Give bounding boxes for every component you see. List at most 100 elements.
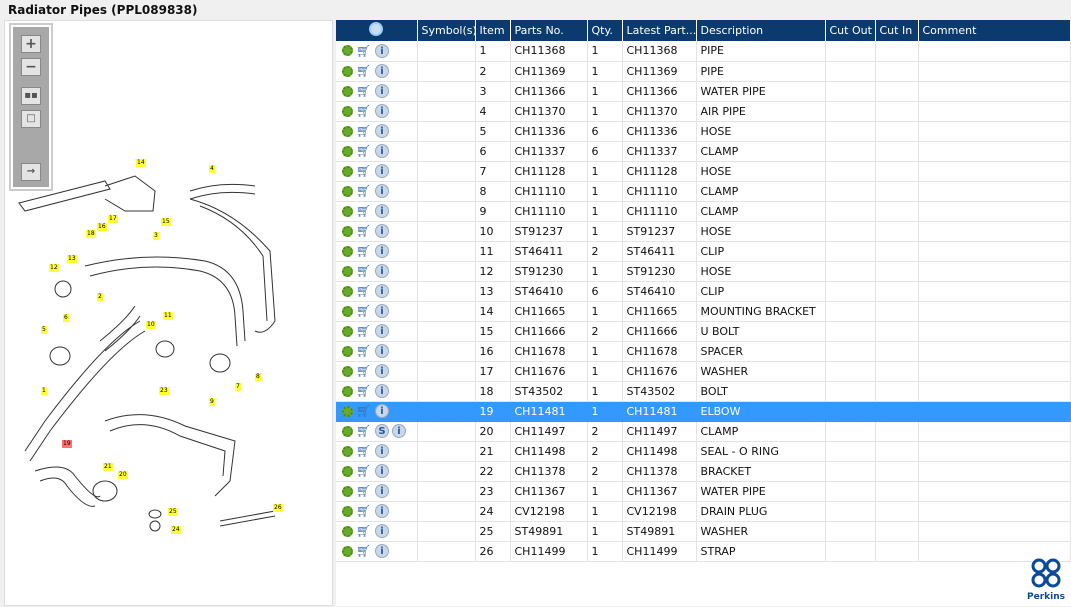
column-header-search[interactable]: [336, 20, 418, 41]
info-icon[interactable]: i: [375, 364, 389, 378]
table-row[interactable]: 🛒︎ i 24 CV12198 1 CV12198 DRAIN PLUG: [336, 501, 1071, 522]
cart-icon[interactable]: 🛒︎: [356, 285, 372, 297]
cart-icon[interactable]: 🛒︎: [356, 265, 372, 277]
callout-15[interactable]: 15: [161, 218, 171, 226]
info-icon[interactable]: i: [375, 504, 389, 518]
info-icon[interactable]: i: [375, 43, 389, 58]
info-icon[interactable]: i: [375, 324, 389, 338]
info-icon[interactable]: i: [375, 444, 389, 458]
info-icon[interactable]: i: [375, 284, 389, 298]
info-icon[interactable]: i: [375, 264, 389, 278]
column-header[interactable]: Comment: [918, 20, 1071, 41]
table-row[interactable]: 🛒︎ Si 20 CH11497 2 CH11497 CLAMP: [336, 421, 1071, 442]
callout-16[interactable]: 16: [97, 223, 107, 231]
cart-icon[interactable]: 🛒︎: [356, 485, 372, 497]
table-row[interactable]: 🛒︎ i 12 ST91230 1 ST91230 HOSE: [336, 261, 1071, 282]
gear-icon[interactable]: [342, 465, 353, 477]
gear-icon[interactable]: [342, 345, 353, 357]
table-row[interactable]: 🛒︎ i 13 ST46410 6 ST46410 CLIP: [336, 281, 1071, 302]
table-row[interactable]: 🛒︎ i 15 CH11666 2 CH11666 U BOLT: [336, 321, 1071, 342]
table-row[interactable]: 🛒︎ i 5 CH11336 6 CH11336 HOSE: [336, 121, 1071, 142]
info-icon[interactable]: i: [375, 124, 389, 138]
callout-14[interactable]: 14: [136, 159, 146, 167]
column-header[interactable]: Parts No.: [510, 20, 588, 41]
table-row[interactable]: 🛒︎ i 3 CH11366 1 CH11366 WATER PIPE: [336, 81, 1071, 102]
callout-19[interactable]: 19: [62, 440, 72, 448]
table-row[interactable]: 🛒︎ i 7 CH11128 1 CH11128 HOSE: [336, 161, 1071, 182]
gear-icon[interactable]: [342, 245, 353, 257]
cart-icon[interactable]: 🛒︎: [356, 365, 372, 377]
column-header[interactable]: Qty.: [587, 20, 623, 41]
callout-5[interactable]: 5: [41, 326, 47, 334]
gear-icon[interactable]: [342, 505, 353, 517]
callout-24[interactable]: 24: [171, 526, 181, 534]
gear-icon[interactable]: [342, 285, 353, 297]
gear-icon[interactable]: [342, 45, 353, 57]
table-row[interactable]: 🛒︎ i 25 ST49891 1 ST49891 WASHER: [336, 521, 1071, 542]
cart-icon[interactable]: 🛒︎: [356, 65, 372, 77]
cart-icon[interactable]: 🛒︎: [356, 405, 372, 417]
table-row[interactable]: 🛒︎ i 19 CH11481 1 CH11481 ELBOW: [336, 401, 1071, 422]
column-header[interactable]: Description: [696, 20, 826, 41]
table-row[interactable]: 🛒︎ i 10 ST91237 1 ST91237 HOSE: [336, 221, 1071, 242]
cart-icon[interactable]: 🛒︎: [356, 165, 372, 177]
gear-icon[interactable]: [342, 185, 353, 197]
table-row[interactable]: 🛒︎ i 6 CH11337 6 CH11337 CLAMP: [336, 141, 1071, 162]
info-icon[interactable]: i: [375, 204, 389, 218]
info-icon[interactable]: i: [375, 484, 389, 498]
info-icon[interactable]: i: [375, 144, 389, 158]
callout-6[interactable]: 6: [63, 314, 69, 322]
info-icon[interactable]: i: [375, 84, 389, 98]
table-row[interactable]: 🛒︎ i 1 CH11368 1 CH11368 PIPE: [336, 41, 1071, 62]
gear-icon[interactable]: [342, 405, 353, 417]
callout-3[interactable]: 3: [153, 232, 159, 240]
info-icon[interactable]: i: [375, 344, 389, 358]
cart-icon[interactable]: 🛒︎: [356, 305, 372, 317]
info-icon[interactable]: i: [375, 384, 389, 398]
cart-icon[interactable]: 🛒︎: [356, 45, 372, 57]
callout-7[interactable]: 7: [235, 383, 241, 391]
gear-icon[interactable]: [342, 165, 353, 177]
callout-26[interactable]: 26: [273, 504, 283, 512]
table-row[interactable]: 🛒︎ i 4 CH11370 1 CH11370 AIR PIPE: [336, 101, 1071, 122]
info-icon[interactable]: i: [375, 304, 389, 318]
gear-icon[interactable]: [342, 265, 353, 277]
callout-11[interactable]: 11: [163, 312, 173, 320]
column-header[interactable]: Cut Out: [825, 20, 876, 41]
info-icon[interactable]: i: [375, 104, 389, 118]
gear-icon[interactable]: [342, 125, 353, 137]
callout-20[interactable]: 20: [118, 471, 128, 479]
table-row[interactable]: 🛒︎ i 23 CH11367 1 CH11367 WATER PIPE: [336, 481, 1071, 502]
cart-icon[interactable]: 🛒︎: [356, 465, 372, 477]
cart-icon[interactable]: 🛒︎: [356, 245, 372, 257]
callout-23[interactable]: 23: [159, 387, 169, 395]
callout-17[interactable]: 17: [108, 215, 118, 223]
table-row[interactable]: 🛒︎ i 26 CH11499 1 CH11499 STRAP: [336, 541, 1071, 562]
callout-4[interactable]: 4: [209, 165, 215, 173]
callout-12[interactable]: 12: [49, 264, 59, 272]
info-icon[interactable]: i: [375, 244, 389, 258]
cart-icon[interactable]: 🛒︎: [356, 105, 372, 117]
gear-icon[interactable]: [342, 305, 353, 317]
cart-icon[interactable]: 🛒︎: [356, 545, 372, 557]
exploded-diagram[interactable]: + − ▪▪ □ → 14 4 15 3 17 16 18 13 12 2 6 …: [4, 20, 333, 606]
callout-13[interactable]: 13: [67, 255, 77, 263]
gear-icon[interactable]: [342, 325, 353, 337]
cart-icon[interactable]: 🛒︎: [356, 385, 372, 397]
gear-icon[interactable]: [342, 485, 353, 497]
table-row[interactable]: 🛒︎ i 9 CH11110 1 CH11110 CLAMP: [336, 201, 1071, 222]
callout-8[interactable]: 8: [255, 373, 261, 381]
gear-icon[interactable]: [342, 145, 353, 157]
callout-9[interactable]: 9: [209, 398, 215, 406]
cart-icon[interactable]: 🛒︎: [356, 205, 372, 217]
cart-icon[interactable]: 🛒︎: [356, 125, 372, 137]
column-header[interactable]: Symbol(s): [417, 20, 476, 41]
gear-icon[interactable]: [342, 425, 353, 437]
callout-25[interactable]: 25: [168, 508, 178, 516]
gear-icon[interactable]: [342, 225, 353, 237]
table-row[interactable]: 🛒︎ i 2 CH11369 1 CH11369 PIPE: [336, 61, 1071, 82]
info-icon[interactable]: i: [375, 164, 389, 178]
column-header[interactable]: Latest Part...: [622, 20, 697, 41]
gear-icon[interactable]: [342, 105, 353, 117]
info-icon[interactable]: i: [375, 544, 389, 558]
